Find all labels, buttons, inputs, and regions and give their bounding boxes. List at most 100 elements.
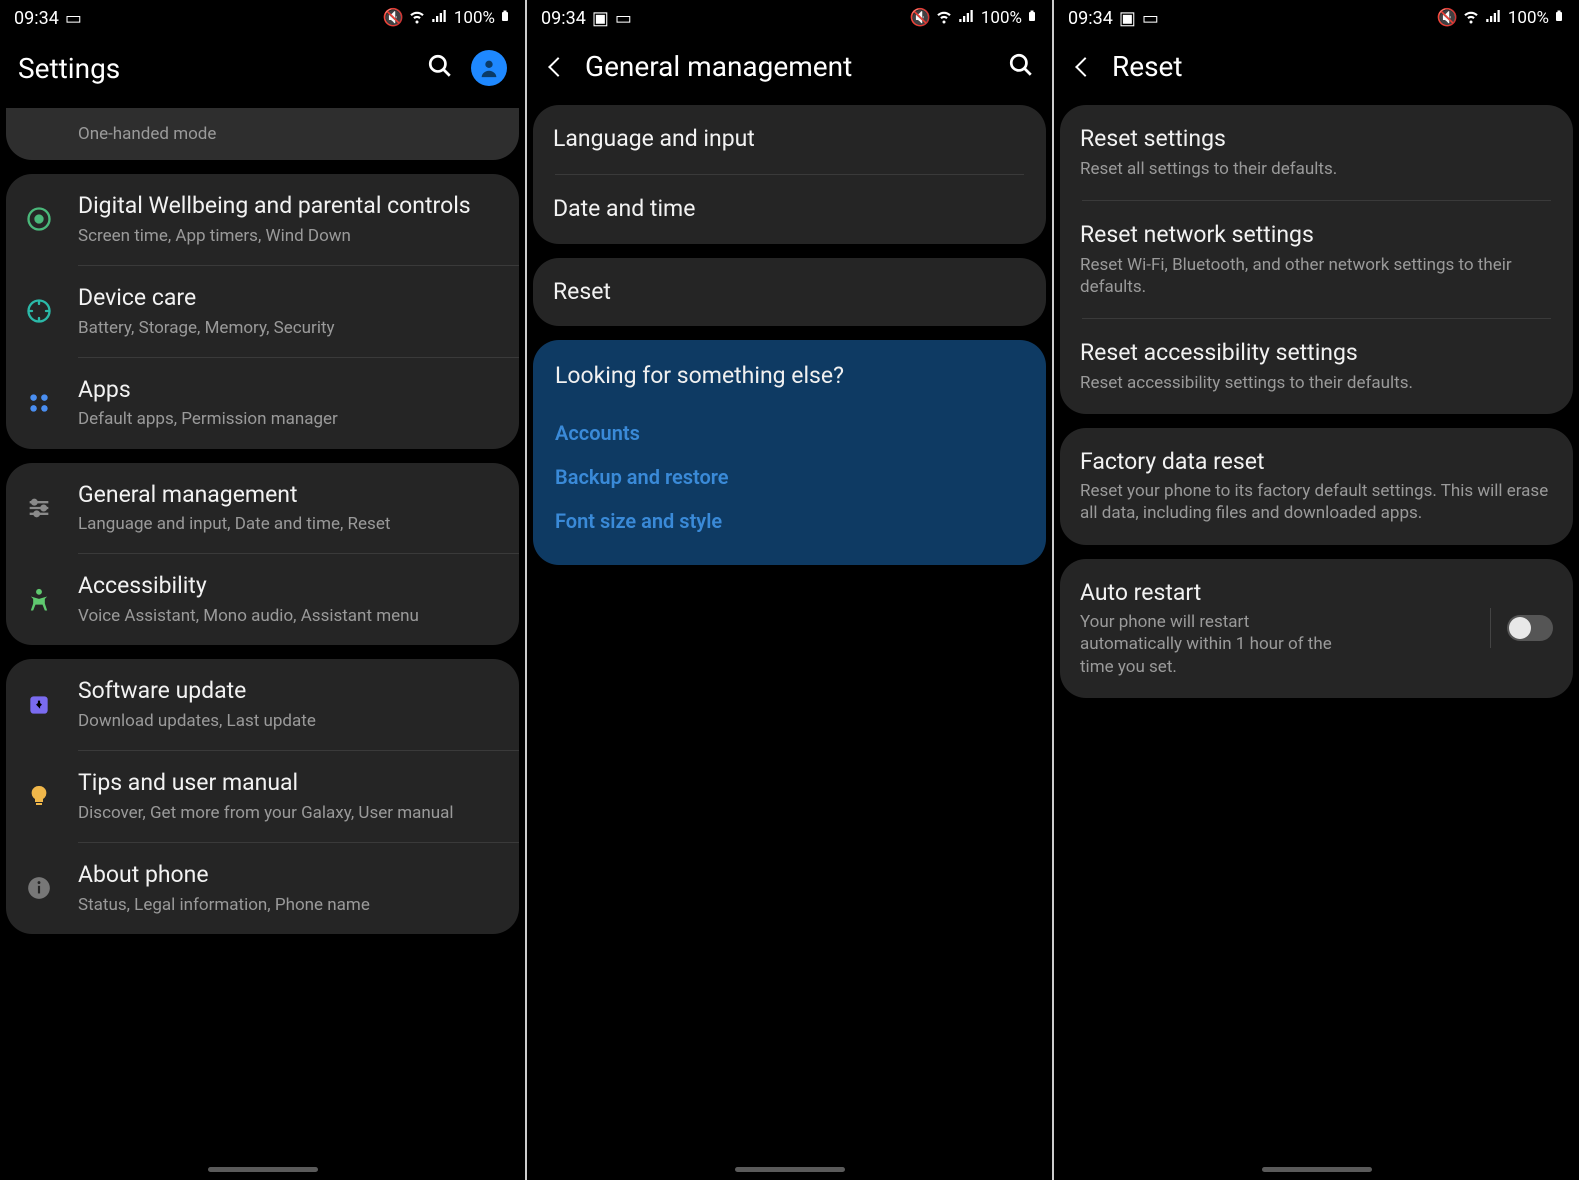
row-digital-wellbeing[interactable]: Digital Wellbeing and parental controls … [6,174,519,265]
signal-icon [1484,7,1502,30]
row-general-management[interactable]: General management Language and input, D… [6,463,519,554]
row-software-update[interactable]: Software update Download updates, Last u… [6,659,519,750]
row-title: General management [78,481,499,510]
settings-card: Digital Wellbeing and parental controls … [6,174,519,449]
battery-icon [1553,7,1565,30]
looking-card: Looking for something else? Accounts Bac… [533,340,1046,565]
row-title: Date and time [553,195,695,224]
one-handed-sub[interactable]: One-handed mode [6,108,519,160]
search-icon[interactable] [1008,52,1034,82]
looking-title: Looking for something else? [555,362,1024,389]
wifi-icon [1462,7,1480,30]
device-care-icon [20,297,58,325]
row-sub: Reset all settings to their defaults. [1080,158,1553,180]
row-title: Reset settings [1080,125,1553,154]
cast-icon: ▭ [615,8,632,29]
cast-icon: ▭ [1142,8,1159,29]
row-reset-network[interactable]: Reset network settings Reset Wi-Fi, Blue… [1060,201,1573,318]
home-indicator[interactable] [1262,1167,1372,1172]
account-avatar-icon[interactable] [471,50,507,86]
header: Settings [0,34,525,108]
mute-icon: 🔇 [383,8,404,28]
link-accounts[interactable]: Accounts [555,411,1024,455]
row-title: Apps [78,376,499,405]
row-tips[interactable]: Tips and user manual Discover, Get more … [6,751,519,842]
row-title: Tips and user manual [78,769,499,798]
row-sub: Reset your phone to its factory default … [1080,480,1553,524]
row-date-time[interactable]: Date and time [533,175,1046,244]
screen-reset: 09:34 ▣ ▭ 🔇 100% Reset Reset settings Re… [1054,0,1579,1180]
battery-pct: 100% [1508,8,1549,28]
row-sub: Reset accessibility settings to their de… [1080,372,1553,394]
row-factory-reset[interactable]: Factory data reset Reset your phone to i… [1060,428,1573,545]
gm-card-1: Language and input Date and time [533,105,1046,244]
status-bar: 09:34 ▭ 🔇 100% [0,0,525,34]
row-language-input[interactable]: Language and input [533,105,1046,174]
row-reset[interactable]: Reset [533,258,1046,327]
auto-restart-toggle[interactable] [1507,615,1553,641]
settings-card: Software update Download updates, Last u… [6,659,519,934]
sliders-icon [20,494,58,522]
row-accessibility[interactable]: Accessibility Voice Assistant, Mono audi… [6,554,519,645]
link-font-size-style[interactable]: Font size and style [555,499,1024,543]
page-title: Settings [18,52,409,85]
row-title: Reset network settings [1080,221,1553,250]
wellbeing-icon [20,205,58,233]
page-title: General management [585,50,990,83]
row-sub: Battery, Storage, Memory, Security [78,317,499,339]
status-time: 09:34 [541,8,586,29]
row-title: Software update [78,677,499,706]
home-indicator[interactable] [735,1167,845,1172]
row-sub: Reset Wi-Fi, Bluetooth, and other networ… [1080,254,1553,298]
reset-card-factory: Factory data reset Reset your phone to i… [1060,428,1573,545]
toggle-knob [1509,617,1531,639]
link-backup-restore[interactable]: Backup and restore [555,455,1024,499]
search-icon[interactable] [427,53,453,83]
mute-icon: 🔇 [910,8,931,28]
status-bar: 09:34 ▣ ▭ 🔇 100% [1054,0,1579,34]
toggle-separator [1490,608,1491,648]
screen-settings: 09:34 ▭ 🔇 100% Settings One-handed [0,0,525,1180]
wifi-icon [408,7,426,30]
reset-card-1: Reset settings Reset all settings to the… [1060,105,1573,414]
screen-general-management: 09:34 ▣ ▭ 🔇 100% General management Lang… [527,0,1052,1180]
bulb-icon [20,784,58,808]
row-sub: Language and input, Date and time, Reset [78,513,499,535]
row-reset-settings[interactable]: Reset settings Reset all settings to the… [1060,105,1573,200]
row-sub: Default apps, Permission manager [78,408,499,430]
battery-pct: 100% [981,8,1022,28]
battery-icon [1026,7,1038,30]
row-sub: Download updates, Last update [78,710,499,732]
battery-pct: 100% [454,8,495,28]
header: Reset [1054,34,1579,105]
page-title: Reset [1112,50,1561,83]
row-reset-accessibility[interactable]: Reset accessibility settings Reset acces… [1060,319,1573,414]
back-icon[interactable] [1075,57,1095,77]
row-title: Reset [553,278,611,307]
row-title: Reset accessibility settings [1080,339,1553,368]
row-apps[interactable]: Apps Default apps, Permission manager [6,358,519,449]
signal-icon [430,7,448,30]
row-title: Device care [78,284,499,313]
row-title: Digital Wellbeing and parental controls [78,192,499,221]
row-title: Language and input [553,125,755,154]
row-title: Factory data reset [1080,448,1553,477]
gm-card-reset: Reset [533,258,1046,327]
header: General management [527,34,1052,105]
wifi-icon [935,7,953,30]
row-sub: Your phone will restart automatically wi… [1080,611,1340,677]
status-time: 09:34 [14,8,59,29]
row-sub: Voice Assistant, Mono audio, Assistant m… [78,605,499,627]
info-icon [20,875,58,901]
apps-icon [20,390,58,416]
update-icon [20,692,58,718]
row-device-care[interactable]: Device care Battery, Storage, Memory, Se… [6,266,519,357]
row-sub: Status, Legal information, Phone name [78,894,499,916]
row-auto-restart[interactable]: Auto restart Your phone will restart aut… [1060,559,1573,698]
row-about-phone[interactable]: About phone Status, Legal information, P… [6,843,519,934]
accessibility-icon [20,586,58,614]
home-indicator[interactable] [208,1167,318,1172]
cast-icon: ▭ [65,8,82,29]
status-time: 09:34 [1068,8,1113,29]
back-icon[interactable] [548,57,568,77]
